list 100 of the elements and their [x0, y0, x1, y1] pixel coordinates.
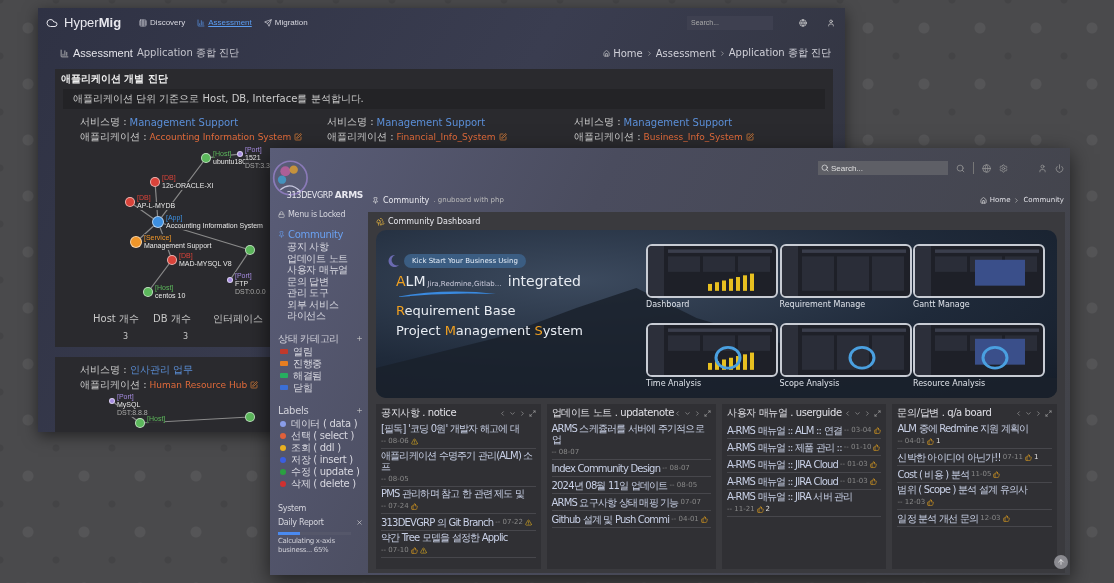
graph-node[interactable] [237, 151, 243, 157]
user-icon[interactable] [1038, 163, 1047, 173]
nav-link[interactable]: Migration [263, 18, 308, 28]
sidebar-item[interactable]: 문의 답변 [278, 275, 363, 287]
edit-icon[interactable] [250, 381, 259, 389]
sidebar-item[interactable]: 열림 [278, 345, 363, 358]
sidebar-item[interactable]: 해결됨 [278, 369, 363, 382]
settings-icon[interactable] [999, 163, 1008, 173]
graph-node[interactable] [135, 418, 145, 428]
chevron-left-icon[interactable] [844, 409, 852, 417]
sidebar-item[interactable]: 라이선스 [278, 310, 363, 322]
service-name[interactable]: Management Support [376, 116, 486, 128]
scroll-top-button[interactable] [1054, 555, 1068, 569]
search-field[interactable]: Search... [818, 161, 948, 175]
post-title[interactable]: ALM 중에 Redmine 지원 계획이 [897, 423, 1029, 434]
chevron-right-icon[interactable] [864, 409, 872, 417]
chevron-right-icon[interactable] [1035, 409, 1042, 417]
chevron-down-icon[interactable] [1025, 409, 1032, 417]
application-name[interactable]: Human Resource Hub [149, 380, 248, 390]
post-title[interactable]: Cost ( 비용 ) 분석 [897, 468, 970, 480]
sidebar-item[interactable]: 업데이트 노트 [278, 252, 363, 264]
graph-node[interactable] [150, 177, 160, 187]
screen-thumbnail[interactable] [646, 244, 778, 298]
post-title[interactable]: 신박한 아이디어 아닌가!! [897, 451, 1001, 463]
post-title[interactable]: A-RMS 매뉴얼 :: JIRA Cloud [727, 475, 839, 487]
power-icon[interactable] [1055, 163, 1064, 173]
post-title[interactable]: 313DEVGRP 의 Git Branch [381, 516, 494, 528]
chevron-down-icon[interactable] [854, 409, 862, 417]
sidebar-item[interactable]: 수정 ( update ) [278, 465, 363, 478]
post-title[interactable]: 2024년 08월 11일 업데이트 [551, 479, 668, 491]
breadcrumb-link[interactable]: Assessment [655, 47, 716, 59]
sidebar-item[interactable]: 관리 도구 [278, 287, 363, 299]
app-logo[interactable]: HyperMig [64, 15, 122, 31]
sidebar-item[interactable]: 공지 사항 [278, 241, 363, 253]
post-title[interactable]: PMS 관리하며 참고 한 관련 제도 및 [381, 488, 525, 499]
post-title[interactable]: Index Community Design [551, 462, 661, 474]
app-logo[interactable]: 313DEVGRP ARMS [286, 190, 363, 200]
chevron-left-icon[interactable] [1015, 409, 1022, 417]
sidebar-item[interactable]: 저장 ( insert ) [278, 453, 363, 466]
chevron-right-icon[interactable] [694, 409, 701, 417]
breadcrumb-link[interactable]: Application 종합 진단 [728, 46, 831, 61]
plus-icon[interactable] [356, 335, 363, 342]
sidebar-item[interactable]: 사용자 매뉴얼 [278, 264, 363, 276]
globe-icon[interactable] [982, 163, 991, 173]
graph-node[interactable] [143, 287, 153, 297]
expand-icon[interactable] [528, 409, 536, 417]
post-title[interactable]: ARMS 요구사항 상태 매핑 기능 [551, 496, 679, 508]
nav-link[interactable]: Assessment [197, 18, 252, 28]
graph-node[interactable] [167, 255, 177, 265]
sidebar-section-title[interactable]: Labels [278, 405, 309, 416]
chevron-right-icon[interactable] [518, 409, 526, 417]
sidebar-item[interactable]: 삭제 ( delete ) [278, 477, 363, 490]
screen-thumbnail[interactable] [779, 323, 912, 377]
sidebar-section-title[interactable]: 상태 카테고리 [278, 331, 340, 346]
graph-node[interactable] [245, 245, 255, 255]
user-icon[interactable] [827, 18, 835, 27]
graph-node[interactable] [125, 197, 135, 207]
post-title[interactable]: A-RMS 매뉴얼 :: 제품 관리 :: [727, 441, 842, 453]
edit-icon[interactable] [745, 133, 754, 141]
service-name[interactable]: 인사관리 업무 [129, 363, 193, 377]
screen-thumbnail[interactable] [646, 323, 778, 377]
chevron-down-icon[interactable] [684, 409, 691, 417]
post-title[interactable]: 애플리케이션 수명주기 관리(ALM) 소프 [381, 450, 536, 472]
post-title[interactable]: 범위 ( Scope ) 분석 설계 유의사 [897, 484, 1028, 495]
screen-thumbnail[interactable] [913, 244, 1045, 298]
sidebar-item[interactable]: 닫힘 [278, 381, 363, 394]
sidebar-item[interactable]: 데이터 ( data ) [278, 417, 363, 430]
post-title[interactable]: A-RMS 매뉴얼 :: ALM :: 연결 [727, 424, 842, 436]
application-name[interactable]: Financial_Info_System [396, 132, 496, 142]
post-title[interactable]: 약간 Tree 모델을 설정한 Applic [381, 532, 508, 543]
chevron-left-icon[interactable] [674, 409, 681, 417]
graph-node[interactable] [227, 277, 233, 283]
service-name[interactable]: Management Support [129, 116, 239, 128]
graph-node[interactable] [152, 216, 164, 228]
application-name[interactable]: Business_Info_System [643, 132, 743, 142]
edit-icon[interactable] [294, 133, 303, 141]
application-name[interactable]: Accounting Information System [149, 132, 292, 142]
post-title[interactable]: A-RMS 매뉴얼 :: JIRA 서버 관리 [727, 491, 853, 502]
sidebar-item[interactable]: 조회 ( ddl ) [278, 441, 363, 454]
post-title[interactable]: A-RMS 매뉴얼 :: JIRA Cloud [727, 458, 839, 470]
sidebar-item[interactable]: 선택 ( select ) [278, 429, 363, 442]
search-icon[interactable] [956, 163, 965, 173]
sidebar-item[interactable]: 외부 서비스 [278, 298, 363, 310]
post-title[interactable]: 일정 분석 개선 문의 [897, 512, 979, 524]
post-title[interactable]: ARMS 스케쥴러를 서버에 주기적으로 업 [551, 423, 711, 445]
post-title[interactable]: Github 설계 및 Push Commi [551, 513, 670, 525]
graph-node[interactable] [109, 398, 115, 404]
graph-node[interactable] [201, 153, 211, 163]
close-icon[interactable] [356, 519, 363, 526]
service-name[interactable]: Management Support [623, 116, 733, 128]
graph-node[interactable] [245, 412, 255, 422]
expand-icon[interactable] [1045, 409, 1052, 417]
chevron-left-icon[interactable] [498, 409, 506, 417]
menu-lock-label[interactable]: Menu is Locked [288, 210, 346, 219]
breadcrumb-link[interactable]: Home [613, 47, 643, 59]
expand-icon[interactable] [874, 409, 882, 417]
sidebar-item[interactable]: 진행중 [278, 357, 363, 370]
graph-node[interactable] [130, 236, 142, 248]
expand-icon[interactable] [704, 409, 711, 417]
edit-icon[interactable] [498, 133, 507, 141]
